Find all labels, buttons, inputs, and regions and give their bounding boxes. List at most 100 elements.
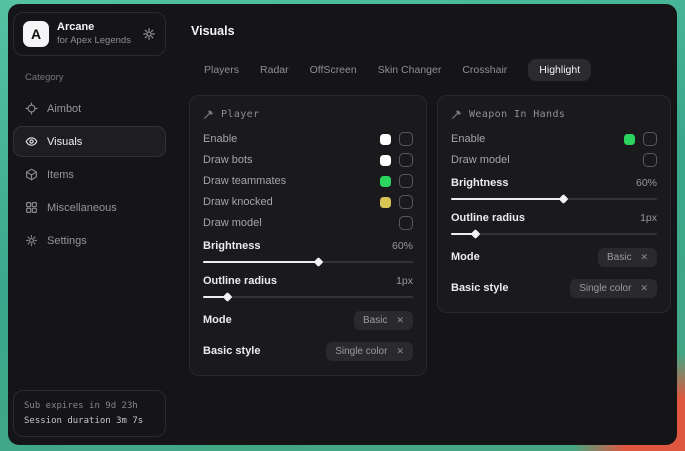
subscription-card: Sub expires in 9d 23h Session duration 3…: [13, 390, 166, 437]
sub-expires-text: Sub expires in 9d 23h: [24, 399, 155, 413]
brand-title: Arcane: [57, 21, 134, 35]
select-label: Mode: [451, 251, 480, 263]
color-swatch[interactable]: [624, 134, 635, 145]
tab-crosshair[interactable]: Crosshair: [462, 59, 507, 81]
toggle-row-draw-model: Draw model: [203, 216, 413, 230]
sidebar-item-miscellaneous[interactable]: Miscellaneous: [13, 192, 166, 223]
grid-icon: [25, 201, 38, 214]
sidebar-item-label: Visuals: [47, 136, 82, 148]
tag-value: Basic: [607, 252, 631, 263]
close-icon[interactable]: ✕: [640, 252, 648, 263]
select-label: Basic style: [451, 282, 508, 294]
slider-track[interactable]: [451, 233, 657, 235]
slider-value: 1px: [396, 275, 413, 287]
checkbox[interactable]: [643, 132, 657, 146]
sidebar-item-label: Items: [47, 169, 74, 181]
slider-label: Brightness: [451, 177, 508, 189]
weapon-panel-header: Weapon In Hands: [451, 109, 657, 120]
tab-highlight[interactable]: Highlight: [528, 59, 591, 81]
sidebar-item-label: Aimbot: [47, 103, 81, 115]
slider-thumb[interactable]: [559, 194, 569, 204]
tag-value: Basic: [363, 315, 387, 326]
slider-value: 60%: [636, 177, 657, 189]
tab-skin-changer[interactable]: Skin Changer: [378, 59, 442, 81]
checkbox[interactable]: [399, 216, 413, 230]
slider-track[interactable]: [451, 198, 657, 200]
checkbox[interactable]: [399, 132, 413, 146]
slider-fill: [203, 296, 228, 298]
brand-text: Arcane for Apex Legends: [57, 21, 134, 47]
eye-icon: [25, 135, 38, 148]
sidebar-nav: Aimbot Visuals Items: [13, 93, 166, 256]
close-icon[interactable]: ✕: [396, 346, 404, 357]
tag-chip[interactable]: Basic ✕: [598, 248, 657, 267]
sidebar-item-aimbot[interactable]: Aimbot: [13, 93, 166, 124]
slider-fill: [203, 261, 319, 263]
slider-track[interactable]: [203, 261, 413, 263]
toggle-label: Draw teammates: [203, 175, 286, 187]
box-icon: [25, 168, 38, 181]
sidebar-item-visuals[interactable]: Visuals: [13, 126, 166, 157]
slider-label: Outline radius: [203, 275, 277, 287]
sidebar-spacer: [13, 256, 166, 390]
toggle-row-draw-teammates: Draw teammates: [203, 174, 413, 188]
toggle-row-enable: Enable: [203, 132, 413, 146]
checkbox[interactable]: [399, 174, 413, 188]
player-panel-header: Player: [203, 109, 413, 120]
slider-brightness: Brightness 60%: [203, 240, 413, 263]
toggle-label: Draw model: [203, 217, 262, 229]
page-title: Visuals: [191, 24, 671, 38]
slider-label: Brightness: [203, 240, 260, 252]
tag-chip[interactable]: Single color ✕: [570, 279, 657, 298]
checkbox[interactable]: [643, 153, 657, 167]
slider-value: 60%: [392, 240, 413, 252]
close-icon[interactable]: ✕: [640, 283, 648, 294]
category-label: Category: [25, 72, 166, 83]
sidebar-item-settings[interactable]: Settings: [13, 225, 166, 256]
tab-radar[interactable]: Radar: [260, 59, 289, 81]
slider-fill: [451, 233, 476, 235]
color-swatch[interactable]: [380, 197, 391, 208]
tab-bar: Players Radar OffScreen Skin Changer Cro…: [204, 59, 671, 81]
tag-chip[interactable]: Single color ✕: [326, 342, 413, 361]
sidebar-item-label: Miscellaneous: [47, 202, 117, 214]
slider-value: 1px: [640, 212, 657, 224]
color-swatch[interactable]: [380, 155, 391, 166]
checkbox[interactable]: [399, 153, 413, 167]
slider-brightness: Brightness 60%: [451, 177, 657, 200]
toggle-label: Enable: [451, 133, 485, 145]
slider-track[interactable]: [203, 296, 413, 298]
settings-gear-icon[interactable]: [142, 27, 156, 41]
gear-icon: [25, 234, 38, 247]
select-label: Mode: [203, 314, 232, 326]
select-mode: Mode Basic ✕: [203, 310, 413, 330]
slider-thumb[interactable]: [470, 229, 480, 239]
close-icon[interactable]: ✕: [396, 315, 404, 326]
slider-thumb[interactable]: [223, 292, 233, 302]
color-swatch[interactable]: [380, 176, 391, 187]
tag-chip[interactable]: Basic ✕: [354, 311, 413, 330]
brand-card: A Arcane for Apex Legends: [13, 12, 166, 56]
checkbox[interactable]: [399, 195, 413, 209]
main-content: Visuals Players Radar OffScreen Skin Cha…: [171, 4, 677, 445]
panel-title: Weapon In Hands: [469, 109, 565, 120]
toggle-label: Draw model: [451, 154, 510, 166]
slider-thumb[interactable]: [313, 257, 323, 267]
toggle-row-draw-model: Draw model: [451, 153, 657, 167]
tab-players[interactable]: Players: [204, 59, 239, 81]
panels-row: Player Enable Draw bots: [189, 95, 671, 376]
tool-icon: [451, 109, 462, 120]
tag-value: Single color: [335, 346, 387, 357]
toggle-row-enable: Enable: [451, 132, 657, 146]
slider-label: Outline radius: [451, 212, 525, 224]
sidebar-item-items[interactable]: Items: [13, 159, 166, 190]
brand-subtitle: for Apex Legends: [57, 35, 134, 47]
select-mode: Mode Basic ✕: [451, 247, 657, 267]
color-swatch[interactable]: [380, 134, 391, 145]
tab-offscreen[interactable]: OffScreen: [310, 59, 357, 81]
crosshair-icon: [25, 102, 38, 115]
slider-outline-radius: Outline radius 1px: [451, 212, 657, 235]
app-logo: A: [23, 21, 49, 47]
slider-outline-radius: Outline radius 1px: [203, 275, 413, 298]
tag-value: Single color: [579, 283, 631, 294]
